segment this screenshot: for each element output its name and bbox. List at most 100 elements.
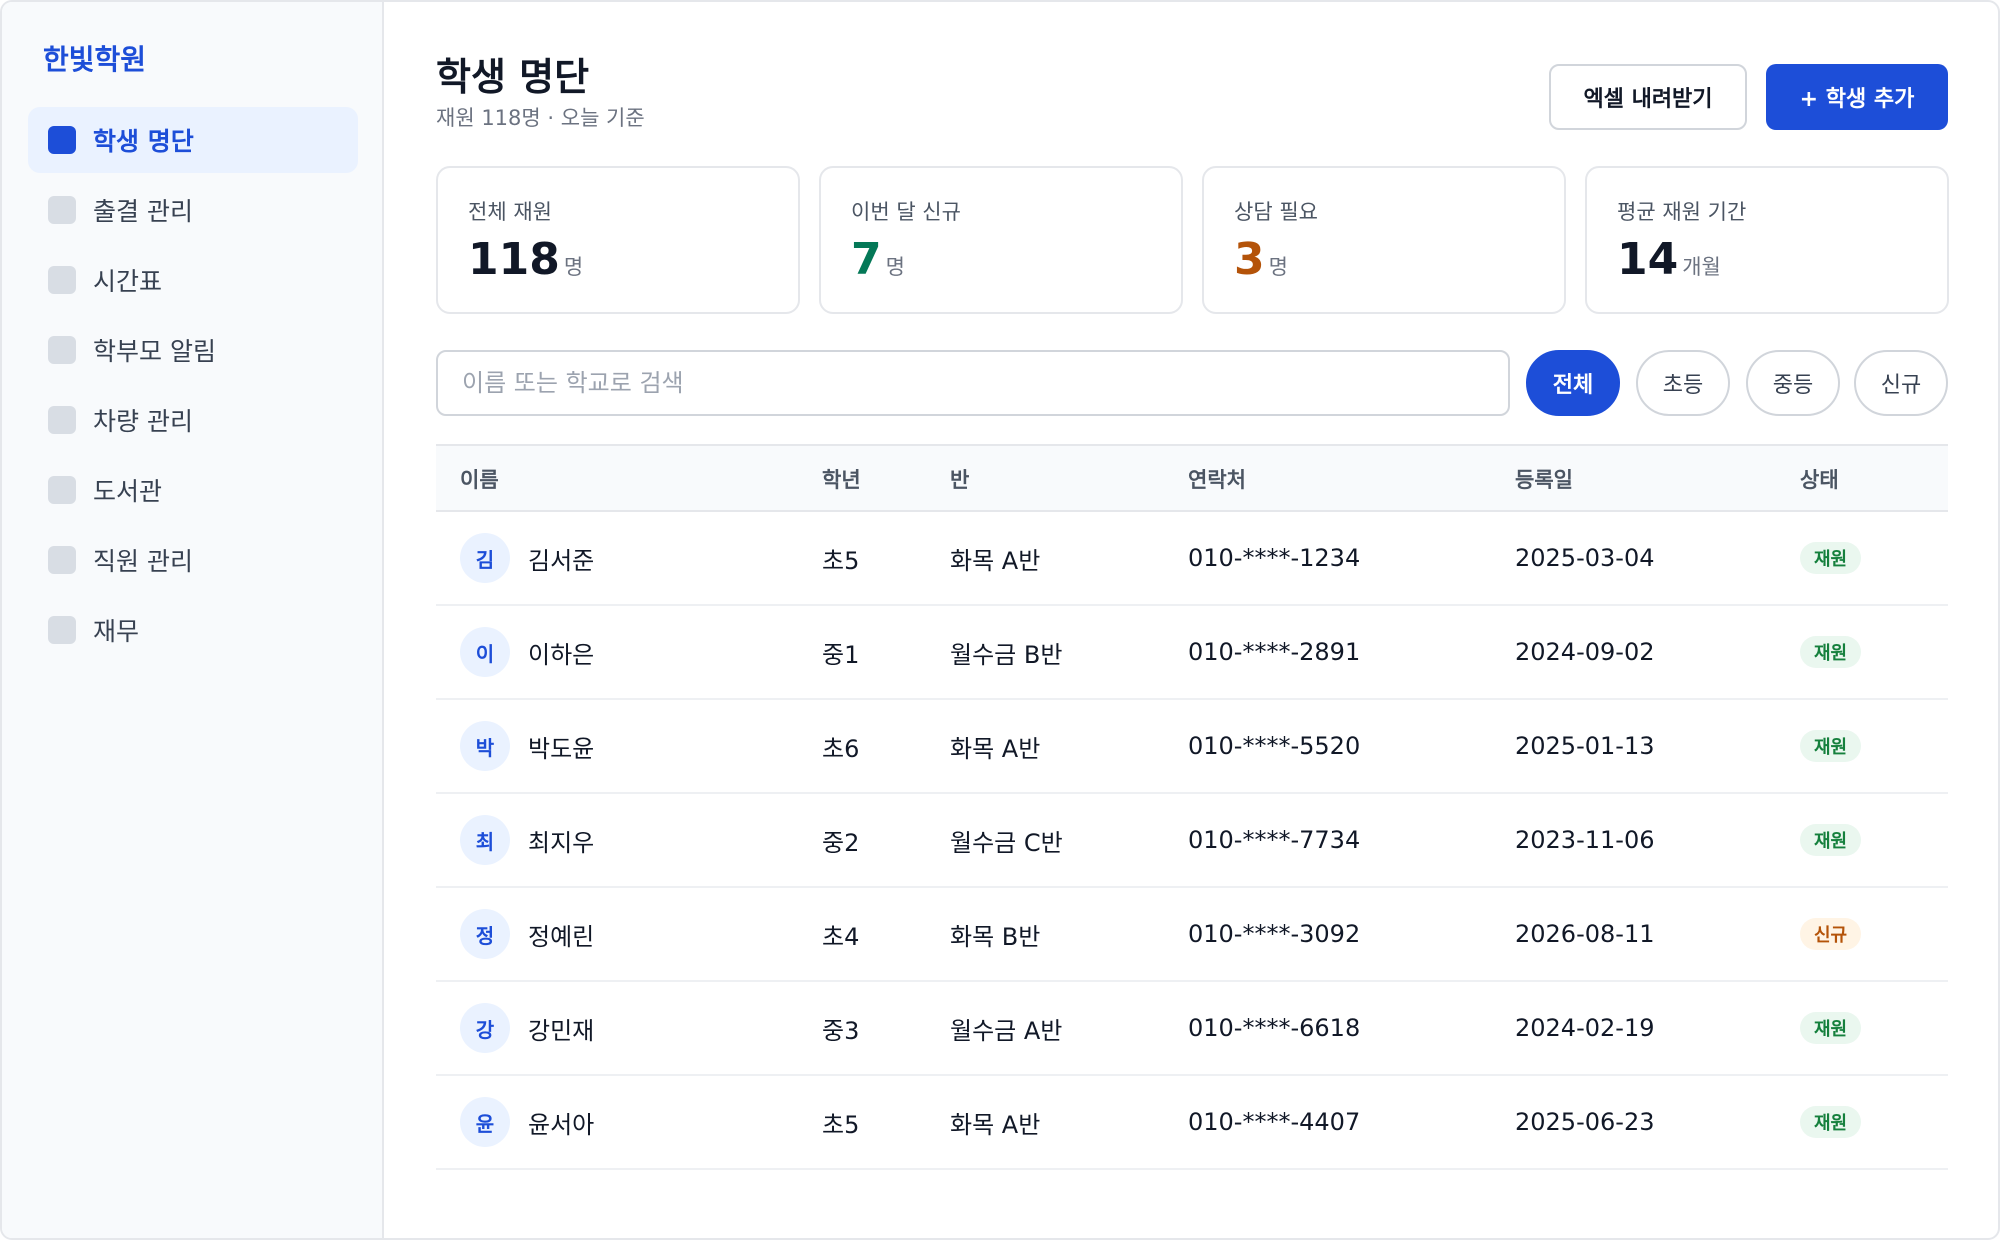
filter-chip-all[interactable]: 전체 [1526,350,1620,416]
cell-class: 화목 B반 [950,922,1041,951]
stats-row: 전체 재원 118 명 이번 달 신규 7 명 상담 필요 3 명 평균 재원 … [436,166,1950,314]
stat-unit: 개월 [1682,255,1721,279]
filter-chip-elementary[interactable]: 초등 [1636,350,1730,416]
sidebar: 한빛학원 학생 명단 출결 관리 시간표 학부모 알림 차량 관리 도서관 직원… [2,2,384,1238]
table-row[interactable]: 윤 윤서아 초5 화목 A반 010-****-4407 2025-06-23 재원 [436,1076,1948,1170]
table-row[interactable]: 이 이하은 중1 월수금 B반 010-****-2891 2024-09-02 재원 [436,606,1948,700]
brand-logo[interactable]: 한빛학원 [43,38,146,78]
cell-name: 김 김서준 [460,512,594,604]
staff-icon [48,546,76,574]
table-row[interactable]: 최 최지우 중2 월수금 C반 010-****-7734 2023-11-06 재원 [436,794,1948,888]
stat-number: 7 [851,234,882,285]
sidebar-item-timetable[interactable]: 시간표 [28,247,358,313]
vehicle-icon [48,406,76,434]
filter-chip-new[interactable]: 신규 [1854,350,1948,416]
student-name[interactable]: 정예린 [528,917,594,952]
status-badge: 재원 [1800,824,1862,856]
student-name[interactable]: 강민재 [528,1011,594,1046]
column-header-grade[interactable]: 학년 [822,446,861,512]
status-badge: 재원 [1800,542,1862,574]
add-student-button[interactable]: + 학생 추가 [1766,64,1948,130]
column-header-phone[interactable]: 연락처 [1188,446,1246,512]
student-name[interactable]: 박도윤 [528,729,594,764]
sidebar-item-attendance[interactable]: 출결 관리 [28,177,358,243]
cell-date: 2023-11-06 [1515,826,1655,854]
cell-class: 화목 A반 [950,734,1041,763]
table-row[interactable]: 김 김서준 초5 화목 A반 010-****-1234 2025-03-04 재원 [436,512,1948,606]
stat-card-counseling: 상담 필요 3 명 [1202,166,1566,314]
avatar: 박 [460,721,510,771]
stat-value: 14 개월 [1617,234,1721,285]
stat-unit: 명 [1268,255,1288,279]
sidebar-item-vehicle[interactable]: 차량 관리 [28,387,358,453]
column-header-class[interactable]: 반 [950,446,969,512]
cell-grade: 중3 [822,1016,860,1045]
student-name[interactable]: 이하은 [528,635,594,670]
cell-date: 2024-02-19 [1515,1014,1655,1042]
cell-date: 2026-08-11 [1515,920,1655,948]
cell-date: 2025-01-13 [1515,732,1655,760]
column-header-status[interactable]: 상태 [1800,446,1839,512]
stat-card-total: 전체 재원 118 명 [436,166,800,314]
cell-name: 윤 윤서아 [460,1076,594,1168]
finance-icon [48,616,76,644]
page-subtitle: 재원 118명 · 오늘 기준 [436,106,645,130]
sidebar-item-finance[interactable]: 재무 [28,597,358,663]
stat-label: 평균 재원 기간 [1617,200,1747,224]
cell-class: 월수금 C반 [950,828,1063,857]
column-header-date[interactable]: 등록일 [1515,446,1573,512]
roster-icon [48,126,76,154]
sidebar-item-parent-notice[interactable]: 학부모 알림 [28,317,358,383]
cell-phone: 010-****-6618 [1188,1014,1361,1042]
cell-phone: 010-****-3092 [1188,920,1361,948]
stat-value: 118 명 [468,234,583,285]
stat-card-avg-duration: 평균 재원 기간 14 개월 [1585,166,1949,314]
sidebar-item-library[interactable]: 도서관 [28,457,358,523]
table-row[interactable]: 강 강민재 중3 월수금 A반 010-****-6618 2024-02-19 재원 [436,982,1948,1076]
stat-unit: 명 [563,255,584,279]
cell-class: 월수금 A반 [950,1016,1063,1045]
notification-icon [48,336,76,364]
stat-number: 14 [1617,234,1679,285]
sidebar-item-label: 도서관 [93,477,163,506]
cell-name: 이 이하은 [460,606,594,698]
cell-name: 최 최지우 [460,794,594,886]
column-header-name[interactable]: 이름 [460,446,499,512]
stat-value: 7 명 [851,234,905,285]
app-window: 한빛학원 학생 명단 출결 관리 시간표 학부모 알림 차량 관리 도서관 직원… [0,0,2000,1240]
cell-grade: 중1 [822,640,860,669]
cell-phone: 010-****-4407 [1188,1108,1361,1136]
export-excel-button[interactable]: 엑셀 내려받기 [1549,64,1747,130]
sidebar-item-label: 재무 [93,617,140,646]
cell-grade: 초4 [822,922,860,951]
cell-date: 2025-06-23 [1515,1108,1655,1136]
cell-grade: 초6 [822,734,860,763]
sidebar-item-label: 시간표 [93,267,163,296]
cell-status: 재원 [1800,1076,1862,1168]
status-badge: 재원 [1800,1106,1862,1138]
cell-status: 재원 [1800,700,1862,792]
cell-date: 2024-09-02 [1515,638,1655,666]
stat-label: 상담 필요 [1234,200,1318,224]
table-row[interactable]: 박 박도윤 초6 화목 A반 010-****-5520 2025-01-13 재원 [436,700,1948,794]
cell-status: 재원 [1800,606,1862,698]
status-badge: 신규 [1800,918,1862,950]
sidebar-item-student-roster[interactable]: 학생 명단 [28,107,358,173]
cell-phone: 010-****-5520 [1188,732,1361,760]
search-input[interactable] [436,350,1510,416]
cell-class: 화목 A반 [950,546,1041,575]
avatar: 윤 [460,1097,510,1147]
stat-number: 118 [468,234,560,285]
filter-chip-middle[interactable]: 중등 [1746,350,1840,416]
student-name[interactable]: 최지우 [528,823,594,858]
cell-phone: 010-****-2891 [1188,638,1361,666]
avatar: 최 [460,815,510,865]
student-name[interactable]: 윤서아 [528,1105,594,1140]
table-row[interactable]: 정 정예린 초4 화목 B반 010-****-3092 2026-08-11 신규 [436,888,1948,982]
cell-grade: 초5 [822,1110,860,1139]
student-name[interactable]: 김서준 [528,541,594,576]
sidebar-item-staff[interactable]: 직원 관리 [28,527,358,593]
sidebar-item-label: 학부모 알림 [93,337,216,366]
avatar: 정 [460,909,510,959]
cell-phone: 010-****-1234 [1188,544,1361,572]
